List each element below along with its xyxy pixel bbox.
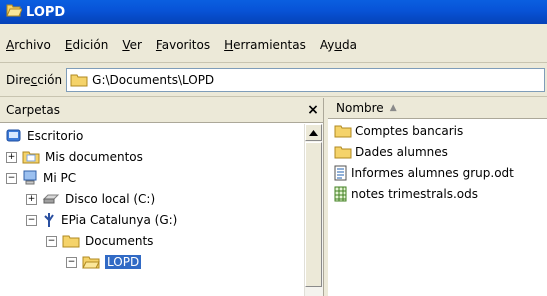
tree-item-label: EPia Catalunya (G:) — [61, 213, 178, 227]
sort-ascending-icon: ▲ — [389, 103, 397, 113]
my-computer-icon — [22, 170, 38, 186]
close-icon[interactable]: × — [303, 102, 323, 118]
menu-bar: Archivo Edición Ver Favoritos Herramient… — [0, 28, 547, 63]
tree-item-label-selected: LOPD — [105, 255, 142, 269]
spreadsheet-icon — [334, 186, 348, 202]
folder-open-icon — [82, 255, 100, 269]
tree-item-label: Escritorio — [27, 129, 84, 143]
tree-item-disco-local[interactable]: + Disco local (C:) — [26, 189, 155, 209]
folder-icon — [334, 145, 352, 159]
menu-archivo[interactable]: Archivo — [0, 38, 59, 52]
tree-item-mi-pc[interactable]: − Mi PC — [6, 168, 76, 188]
folder-icon — [62, 234, 80, 248]
list-item[interactable]: Comptes bancaris — [334, 120, 514, 141]
files-panel: Nombre ▲ Comptes bancaris Dades alumnes … — [328, 98, 547, 296]
list-item-label: Dades alumnes — [355, 144, 448, 159]
folder-icon — [70, 73, 88, 87]
window-title: LOPD — [26, 4, 66, 20]
list-item-label: Informes alumnes grup.odt — [351, 165, 514, 180]
tree-item-epia-catalunya[interactable]: − EPia Catalunya (G:) — [26, 210, 177, 230]
collapse-icon[interactable]: − — [6, 172, 17, 184]
menu-favoritos[interactable]: Favoritos — [150, 38, 218, 52]
folders-panel-title: Carpetas — [6, 103, 60, 117]
expand-icon[interactable]: + — [6, 151, 17, 163]
column-header-label: Nombre — [336, 101, 384, 115]
desktop-icon — [6, 128, 22, 144]
menu-herramientas[interactable]: Herramientas — [218, 38, 314, 52]
hard-drive-icon — [42, 193, 60, 205]
menu-edicion[interactable]: Edición — [59, 38, 116, 52]
folder-open-icon — [6, 3, 23, 21]
address-value: G:\Documents\LOPD — [92, 73, 215, 87]
menu-ayuda[interactable]: Ayuda — [314, 38, 365, 52]
tree-item-lopd[interactable]: − LOPD — [66, 252, 142, 272]
collapse-icon[interactable]: − — [46, 235, 57, 247]
arrow-up-icon — [309, 129, 318, 136]
usb-drive-icon — [42, 212, 56, 228]
scroll-up-button[interactable] — [305, 124, 322, 141]
address-input[interactable]: G:\Documents\LOPD — [66, 68, 545, 92]
column-header-nombre[interactable]: Nombre ▲ — [328, 98, 547, 119]
tree-item-label: Mi PC — [43, 171, 77, 185]
folders-panel-header: Carpetas × — [0, 98, 323, 123]
folder-icon — [334, 124, 352, 138]
address-label: Dirección — [6, 73, 63, 87]
menu-ver[interactable]: Ver — [116, 38, 150, 52]
scroll-thumb[interactable] — [305, 142, 322, 287]
file-list: Comptes bancaris Dades alumnes Informes … — [334, 120, 514, 204]
folders-panel: Carpetas × Escritorio + Mis documentos −… — [0, 98, 324, 296]
tree-item-label: Documents — [85, 234, 154, 248]
collapse-icon[interactable]: − — [66, 256, 77, 268]
list-item-label: notes trimestrals.ods — [351, 186, 479, 201]
tree-item-label: Mis documentos — [45, 150, 143, 164]
tree-item-mis-documentos[interactable]: + Mis documentos — [6, 147, 143, 167]
tree-item-label: Disco local (C:) — [65, 192, 156, 206]
expand-icon[interactable]: + — [26, 193, 37, 205]
text-document-icon — [334, 165, 348, 181]
list-item[interactable]: Informes alumnes grup.odt — [334, 162, 514, 183]
my-documents-icon — [22, 150, 40, 164]
list-item[interactable]: notes trimestrals.ods — [334, 183, 514, 204]
list-item[interactable]: Dades alumnes — [334, 141, 514, 162]
address-bar: Dirección G:\Documents\LOPD — [0, 64, 547, 97]
folder-tree-scrollbar[interactable] — [304, 124, 323, 296]
title-bar[interactable]: LOPD — [0, 0, 547, 24]
list-item-label: Comptes bancaris — [355, 123, 464, 138]
tree-item-escritorio[interactable]: Escritorio — [6, 126, 83, 146]
collapse-icon[interactable]: − — [26, 214, 37, 226]
tree-item-documents[interactable]: − Documents — [46, 231, 153, 251]
